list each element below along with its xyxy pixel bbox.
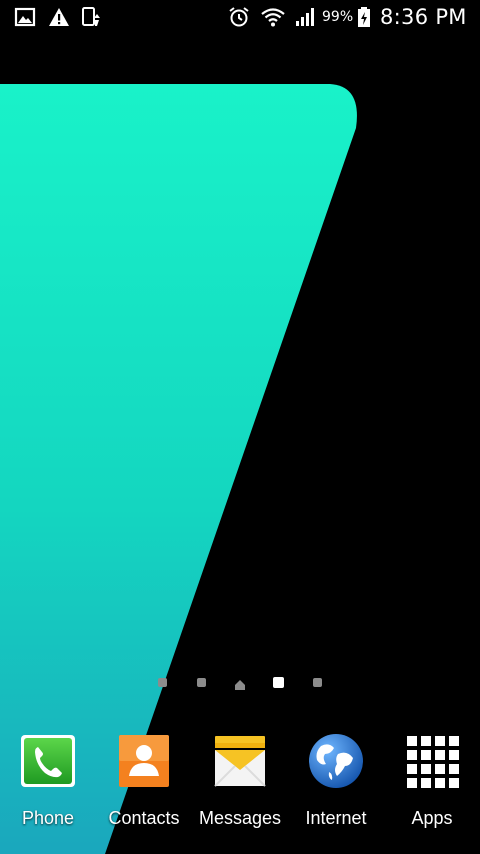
dock-app-messages[interactable]: Messages bbox=[192, 730, 288, 840]
dock-label-apps: Apps bbox=[411, 808, 453, 828]
battery-icon bbox=[356, 6, 372, 28]
status-bar[interactable]: 99% 8:36 PM bbox=[0, 0, 480, 36]
messages-icon[interactable] bbox=[211, 732, 269, 790]
wifi-icon bbox=[260, 6, 286, 28]
home-screen: 99% 8:36 PM Phone Contacts Messages Inte… bbox=[0, 0, 480, 854]
dock-label-internet: Internet bbox=[305, 808, 367, 828]
page-dot-active[interactable] bbox=[273, 677, 284, 688]
page-indicators[interactable] bbox=[150, 674, 330, 690]
dock-app-apps[interactable]: Apps bbox=[384, 730, 480, 840]
wallpaper bbox=[0, 0, 480, 854]
home-page-indicator-icon[interactable] bbox=[234, 676, 246, 690]
signal-icon bbox=[294, 6, 316, 28]
apps-grid-icon[interactable] bbox=[403, 732, 461, 790]
app-dock: Phone Contacts Messages Internet Apps bbox=[0, 730, 480, 840]
battery-percent: 99% bbox=[322, 9, 354, 25]
dock-app-phone[interactable]: Phone bbox=[0, 730, 96, 840]
dock-label-phone: Phone bbox=[21, 808, 75, 828]
phone-icon[interactable] bbox=[19, 732, 77, 790]
dock-app-contacts[interactable]: Contacts bbox=[96, 730, 192, 840]
alarm-icon bbox=[228, 6, 250, 28]
dock-app-internet[interactable]: Internet bbox=[288, 730, 384, 840]
page-dot-1[interactable] bbox=[158, 678, 167, 687]
page-dot-2[interactable] bbox=[197, 678, 206, 687]
page-dot-5[interactable] bbox=[313, 678, 322, 687]
contacts-icon[interactable] bbox=[115, 732, 173, 790]
dock-label-contacts: Contacts bbox=[108, 808, 180, 828]
mobile-data-icon bbox=[80, 6, 102, 28]
dock-label-messages: Messages bbox=[198, 808, 282, 828]
status-clock: 8:36 PM bbox=[380, 5, 467, 29]
internet-globe-icon[interactable] bbox=[307, 732, 365, 790]
warning-icon bbox=[48, 6, 70, 28]
gallery-notification-icon bbox=[14, 6, 36, 28]
